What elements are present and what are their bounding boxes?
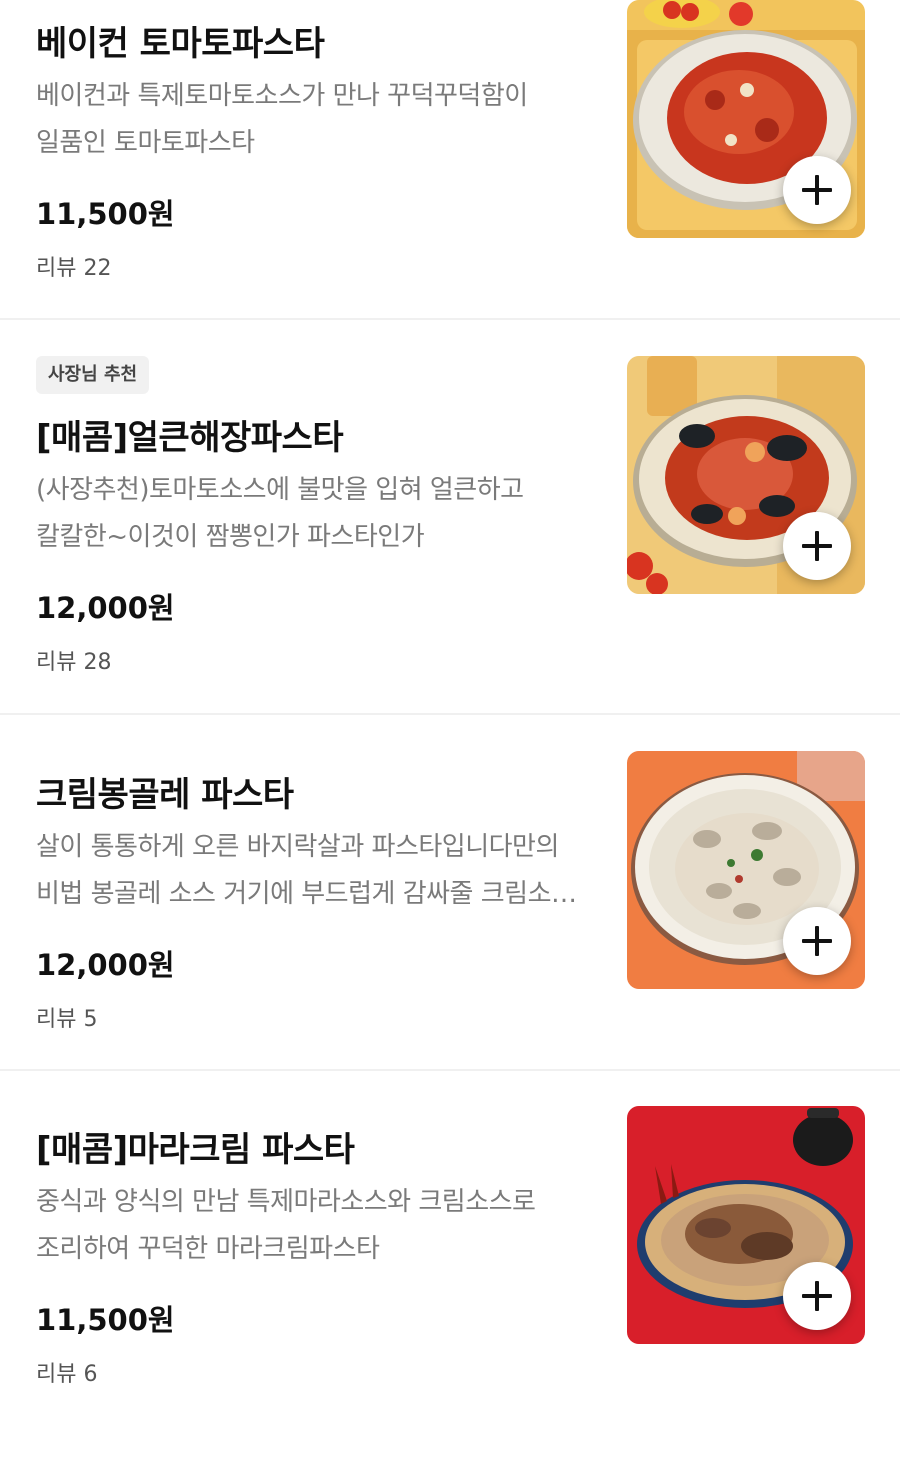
menu-description-line: 조리하여 꾸덕한 마라크림파스타: [36, 1234, 380, 1264]
review-count[interactable]: 리뷰 22: [36, 250, 111, 282]
owner-recommend-badge: 사장님 추천: [36, 356, 150, 394]
menu-price: 11,500원: [36, 197, 175, 231]
menu-description-line: (사장추천)토마토소스에 불맛을 입혀 얼큰하고: [36, 475, 524, 505]
menu-description-line: 비법 봉골레 소스 거기에 부드럽게 감싸줄 크림소…: [36, 879, 577, 909]
add-to-cart-button[interactable]: [783, 156, 851, 224]
menu-price: 12,000원: [36, 591, 175, 625]
menu-description-line: 칼칼한~이것이 짬뽕인가 파스타인가: [36, 522, 425, 552]
menu-title: [매콤]얼큰해장파스타: [36, 418, 344, 458]
menu-price: 11,500원: [36, 1303, 175, 1337]
menu-title: 크림봉골레 파스타: [36, 775, 294, 815]
menu-description: 베이컨과 특제토마토소스가 만나 꾸덕꾸덕함이 일품인 토마토파스타: [36, 73, 596, 167]
menu-price: 12,000원: [36, 948, 175, 982]
plus-icon: [802, 926, 832, 956]
menu-item[interactable]: 베이컨 토마토파스타 베이컨과 특제토마토소스가 만나 꾸덕꾸덕함이 일품인 토…: [0, 0, 900, 355]
menu-description-line: 베이컨과 특제토마토소스가 만나 꾸덕꾸덕함이: [36, 81, 528, 111]
divider: [0, 1069, 900, 1071]
divider: [0, 318, 900, 320]
menu-list: 베이컨 토마토파스타 베이컨과 특제토마토소스가 만나 꾸덕꾸덕함이 일품인 토…: [0, 0, 900, 1424]
menu-item[interactable]: 크림봉골레 파스타 살이 통통하게 오른 바지락살과 파스타입니다만의 비법 봉…: [0, 751, 900, 1106]
menu-description: 중식과 양식의 만남 특제마라소스와 크림소스로 조리하여 꾸덕한 마라크림파스…: [36, 1179, 596, 1273]
add-to-cart-button[interactable]: [783, 1262, 851, 1330]
menu-description: 살이 통통하게 오른 바지락살과 파스타입니다만의 비법 봉골레 소스 거기에 …: [36, 824, 596, 918]
review-count[interactable]: 리뷰 28: [36, 644, 111, 676]
menu-title: [매콤]마라크림 파스타: [36, 1130, 355, 1170]
add-to-cart-button[interactable]: [783, 907, 851, 975]
plus-icon: [802, 175, 832, 205]
menu-title: 베이컨 토마토파스타: [36, 24, 325, 64]
divider: [0, 713, 900, 715]
menu-description: (사장추천)토마토소스에 불맛을 입혀 얼큰하고 칼칼한~이것이 짬뽕인가 파스…: [36, 467, 596, 561]
menu-description-line: 중식과 양식의 만남 특제마라소스와 크림소스로: [36, 1187, 536, 1217]
review-count[interactable]: 리뷰 5: [36, 1001, 97, 1033]
menu-item[interactable]: 사장님 추천 [매콤]얼큰해장파스타 (사장추천)토마토소스에 불맛을 입혀 얼…: [0, 356, 900, 711]
review-count[interactable]: 리뷰 6: [36, 1356, 97, 1388]
plus-icon: [802, 531, 832, 561]
menu-item[interactable]: [매콤]마라크림 파스타 중식과 양식의 만남 특제마라소스와 크림소스로 조리…: [0, 1106, 900, 1461]
add-to-cart-button[interactable]: [783, 512, 851, 580]
menu-description-line: 일품인 토마토파스타: [36, 128, 255, 158]
plus-icon: [802, 1281, 832, 1311]
menu-description-line: 살이 통통하게 오른 바지락살과 파스타입니다만의: [36, 832, 559, 862]
